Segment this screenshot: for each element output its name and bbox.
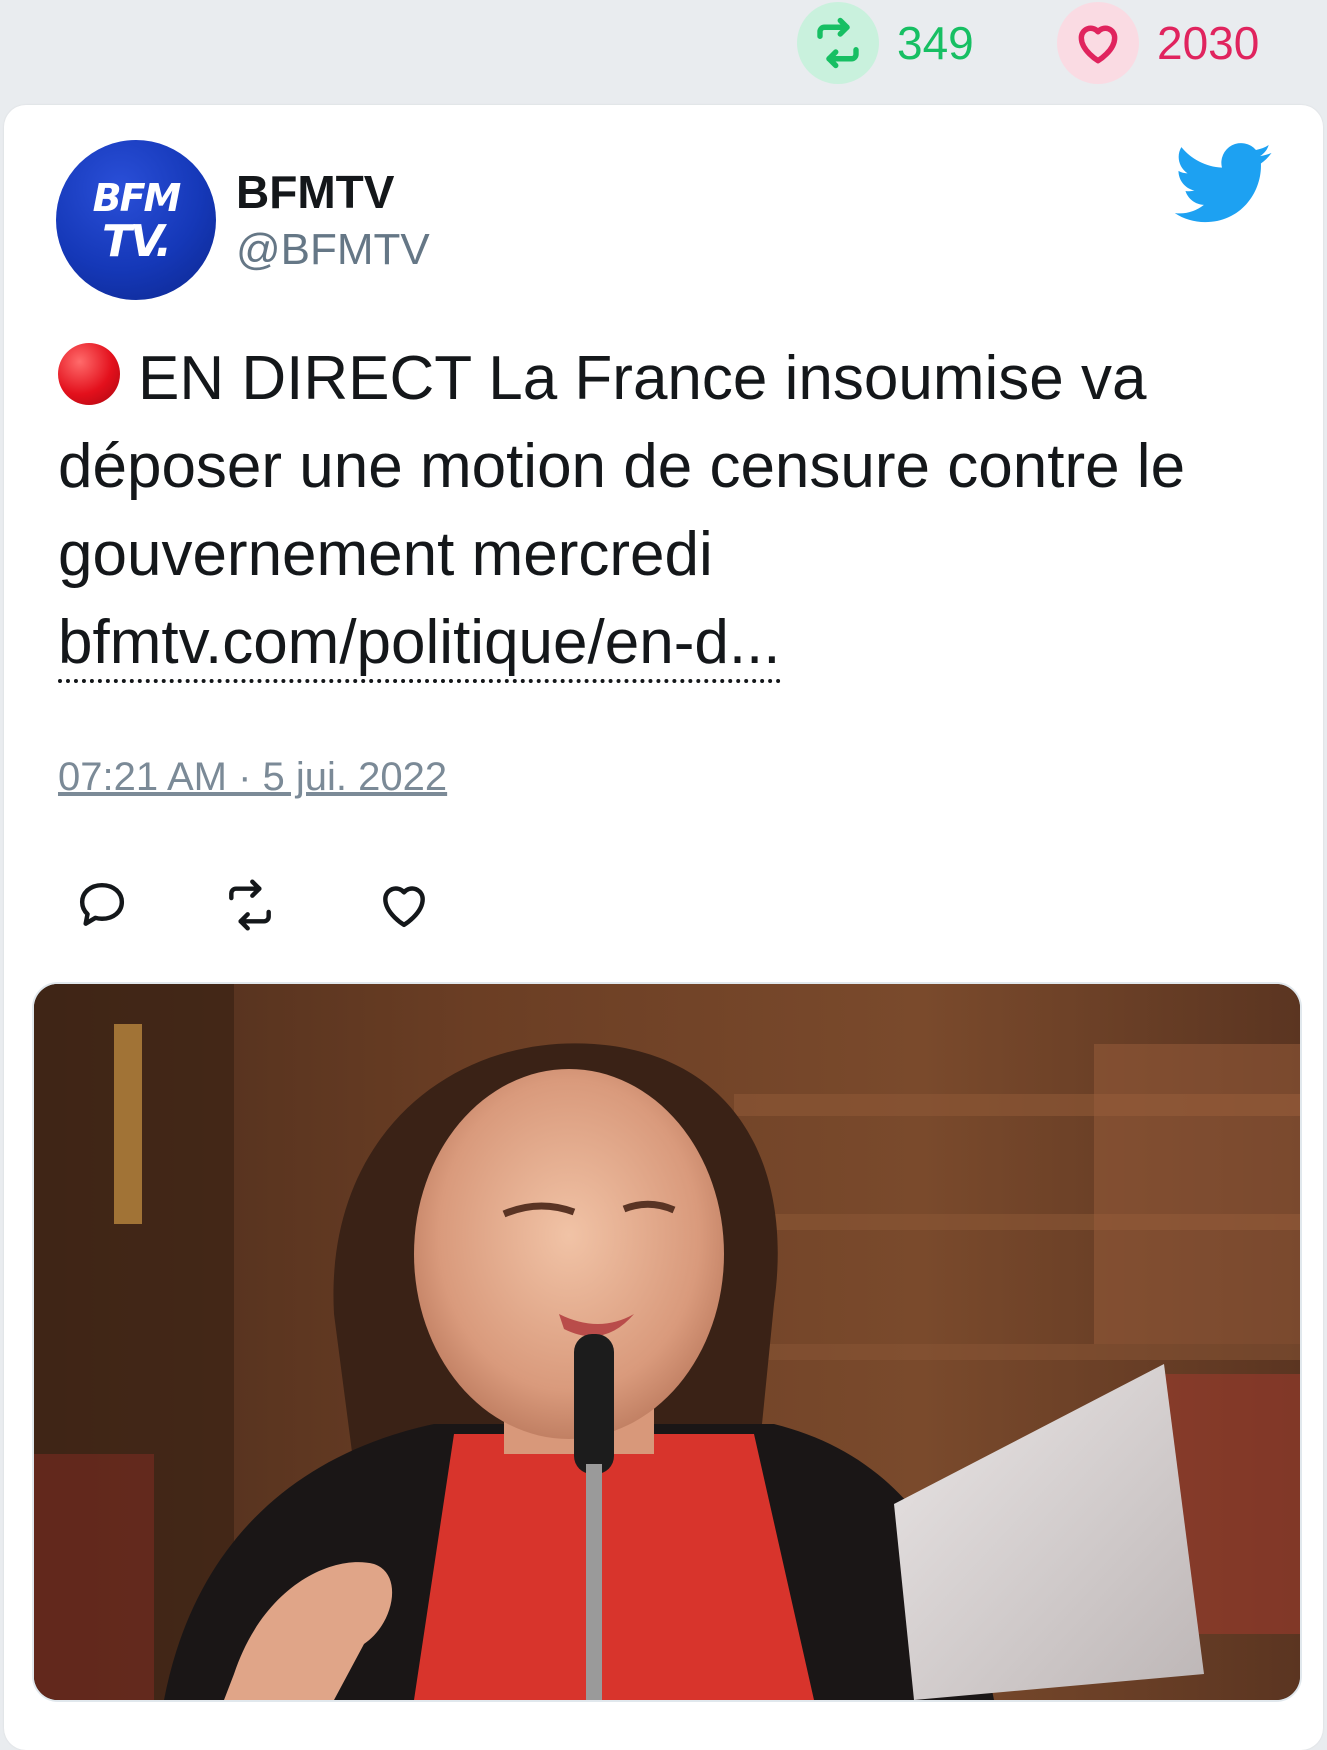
tweet-card: BFM TV. BFMTV @BFMTV EN DIRECT La France… xyxy=(4,105,1323,1750)
photo-image xyxy=(34,984,1300,1700)
retweet-count: 349 xyxy=(897,17,974,69)
tweet-body: EN DIRECT La France insoumise va déposer… xyxy=(58,335,1308,687)
retweet-button[interactable] xyxy=(222,877,278,933)
retweet-stat[interactable]: 349 xyxy=(797,2,974,84)
like-button[interactable] xyxy=(376,877,432,933)
red-circle-icon xyxy=(58,343,120,405)
like-stat[interactable]: 2030 xyxy=(1057,2,1259,84)
reply-button[interactable] xyxy=(74,877,130,933)
heart-icon xyxy=(383,886,425,928)
like-count: 2030 xyxy=(1157,17,1260,69)
retweet-icon xyxy=(797,2,879,84)
engagement-stats-bar: 349 2030 xyxy=(0,0,1327,100)
avatar[interactable]: BFM TV. xyxy=(56,140,216,300)
author-handle[interactable]: @BFMTV xyxy=(236,225,430,275)
retweet-icon xyxy=(229,879,271,931)
tweet-photo[interactable] xyxy=(32,982,1302,1702)
avatar-logo-line1: BFM xyxy=(92,176,182,220)
tweet-timestamp[interactable]: 07:21 AM · 5 jui. 2022 xyxy=(58,755,447,800)
tweet-link[interactable]: bfmtv.com/politique/en-d... xyxy=(58,607,781,683)
twitter-bird-icon[interactable] xyxy=(1174,143,1274,225)
author-name[interactable]: BFMTV xyxy=(236,165,394,219)
reply-icon xyxy=(79,882,125,926)
avatar-logo-line2: TV. xyxy=(102,216,172,267)
heart-icon xyxy=(1057,2,1139,84)
tweet-text: EN DIRECT La France insoumise va déposer… xyxy=(58,344,1186,589)
